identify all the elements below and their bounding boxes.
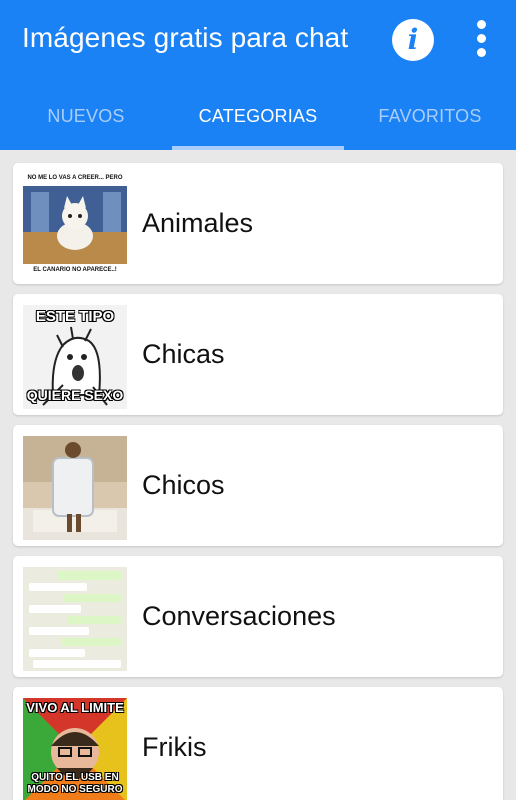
category-label: Conversaciones: [142, 601, 336, 631]
category-card-chicas[interactable]: ESTE TIPO QUIERE SEXO Chicas: [13, 294, 503, 415]
category-thumbnail-chicos: [23, 436, 127, 540]
info-icon: i: [407, 23, 419, 56]
info-button[interactable]: i: [392, 19, 434, 61]
tab-nuevos[interactable]: NUEVOS: [0, 88, 172, 146]
category-card-frikis[interactable]: VIVO AL LIMITE QUITO EL USB EN MODO NO S…: [13, 687, 503, 800]
app-bar: Imágenes gratis para chat i NUEVOS CATEG…: [0, 0, 516, 150]
category-card-chicos[interactable]: Chicos: [13, 425, 503, 546]
category-thumbnail-animales: NO ME LO VAS A CREER... PERO EL CANARIO …: [23, 174, 127, 278]
tab-bar: NUEVOS CATEGORIAS FAVORITOS: [0, 88, 516, 150]
thumbnail-caption-bottom: QUIERE SEXO: [26, 387, 124, 403]
category-card-conversaciones[interactable]: Conversaciones: [13, 556, 503, 677]
category-thumbnail-chicas: ESTE TIPO QUIERE SEXO: [23, 305, 127, 409]
category-label: Frikis: [142, 732, 207, 762]
app-title: Imágenes gratis para chat: [22, 22, 349, 53]
category-label: Chicos: [142, 470, 225, 500]
tab-favoritos[interactable]: FAVORITOS: [344, 88, 516, 146]
thumbnail-caption-top: VIVO AL LIMITE: [26, 700, 124, 715]
thumbnail-caption-bottom: EL CANARIO NO APARECE..!: [33, 267, 117, 273]
thumbnail-caption-top: ESTE TIPO: [35, 308, 115, 325]
category-list[interactable]: NO ME LO VAS A CREER... PERO EL CANARIO …: [0, 150, 516, 800]
category-thumbnail-frikis: VIVO AL LIMITE QUITO EL USB EN MODO NO S…: [23, 698, 127, 800]
tab-categorias[interactable]: CATEGORIAS: [172, 88, 344, 146]
thumbnail-caption-top: NO ME LO VAS A CREER... PERO: [27, 175, 123, 181]
category-thumbnail-conversaciones: [23, 567, 127, 671]
thumbnail-caption-bottom: QUITO EL USB EN MODO NO SEGURO: [27, 772, 123, 795]
overflow-menu-button[interactable]: [470, 20, 494, 60]
category-label: Chicas: [142, 339, 225, 369]
category-card-animales[interactable]: NO ME LO VAS A CREER... PERO EL CANARIO …: [13, 163, 503, 284]
category-label: Animales: [142, 208, 254, 238]
